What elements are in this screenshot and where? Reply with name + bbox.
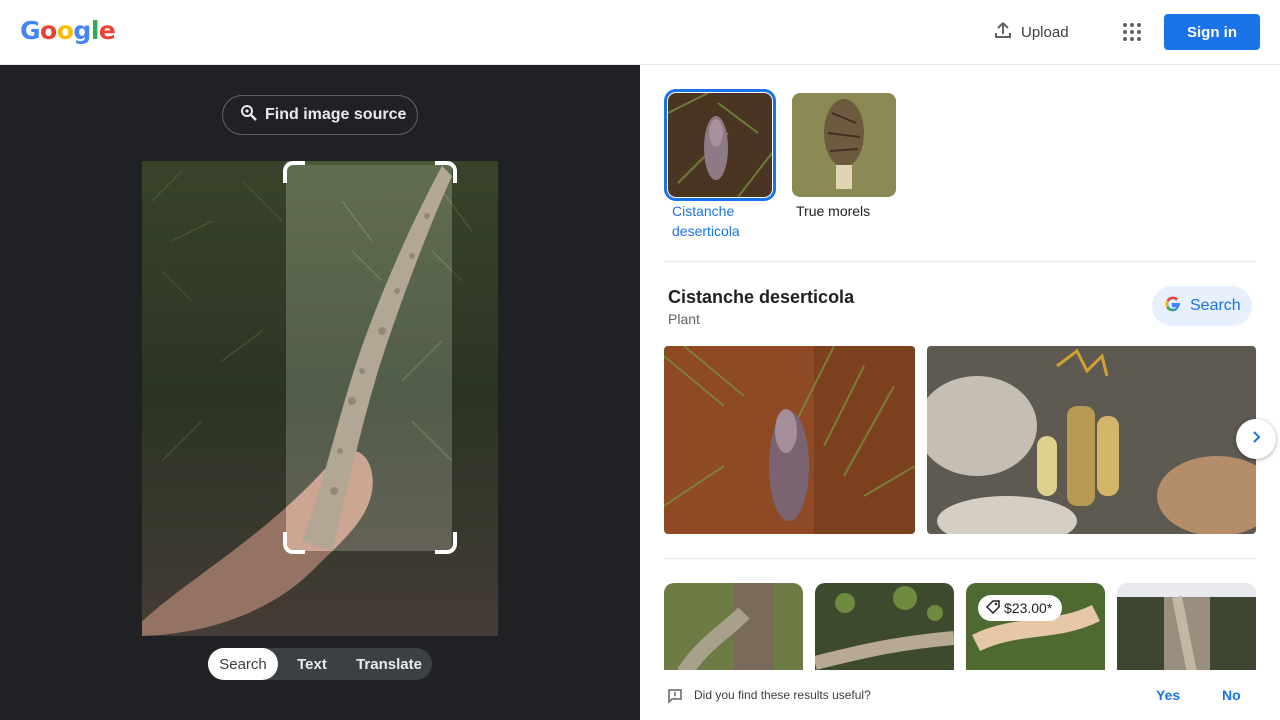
find-image-source-button[interactable]: Find image source	[222, 95, 418, 135]
sign-in-button[interactable]: Sign in	[1164, 14, 1260, 50]
price-badge: $23.00*	[978, 595, 1063, 621]
upload-icon	[993, 20, 1013, 44]
chevron-right-icon	[1249, 430, 1263, 449]
logo-letter: g	[73, 16, 91, 45]
entity-image[interactable]	[927, 346, 1256, 534]
divider	[664, 558, 1256, 559]
entity-subtitle: Plant	[668, 311, 700, 327]
results-panel: Cistanche deserticola True morels Cistan…	[640, 65, 1280, 720]
logo-letter: G	[20, 16, 41, 45]
feedback-question: Did you find these results useful?	[694, 688, 871, 702]
suggestion-label: Cistanche deserticola	[672, 203, 740, 239]
tab-search[interactable]: Search	[208, 648, 278, 680]
visual-match-result[interactable]	[1117, 583, 1256, 673]
feedback-icon	[667, 688, 683, 709]
crop-handle-top-right[interactable]	[435, 161, 457, 183]
visual-match-result[interactable]	[664, 583, 803, 673]
upload-label: Upload	[1021, 23, 1069, 41]
crop-handle-bottom-right[interactable]	[435, 532, 457, 554]
price-tag-icon	[985, 599, 1000, 617]
google-logo[interactable]: Google	[20, 16, 116, 45]
suggestion-chips: Cistanche deserticola True morels	[664, 89, 900, 241]
crop-handle-bottom-left[interactable]	[283, 532, 305, 554]
entity-image[interactable]	[664, 346, 915, 534]
entity-search-label: Search	[1190, 297, 1241, 314]
suggestion-image	[792, 93, 896, 197]
feedback-no-button[interactable]: No	[1222, 687, 1241, 703]
suggestion-label: True morels	[796, 203, 871, 219]
divider	[664, 261, 1256, 262]
suggestion-cistanche[interactable]: Cistanche deserticola	[664, 89, 776, 241]
logo-letter: o	[40, 16, 57, 45]
upload-button[interactable]: Upload	[993, 20, 1069, 44]
suggestion-image	[664, 89, 776, 201]
google-apps-icon[interactable]	[1118, 18, 1146, 46]
logo-letter: e	[98, 16, 116, 45]
entity-search-button[interactable]: Search	[1152, 286, 1252, 326]
visual-match-result[interactable]	[815, 583, 954, 673]
next-images-button[interactable]	[1236, 419, 1276, 459]
query-image	[142, 161, 498, 636]
price-label: $23.00*	[1004, 600, 1053, 616]
query-image-panel: Find image source Search Text Translate	[0, 65, 640, 720]
logo-letter: o	[56, 16, 74, 45]
suggestion-true-morels[interactable]: True morels	[788, 89, 900, 241]
find-image-source-label: Find image source	[265, 106, 407, 123]
logo-letter: l	[90, 16, 100, 45]
crop-handle-top-left[interactable]	[283, 161, 305, 183]
feedback-yes-button[interactable]: Yes	[1156, 687, 1180, 703]
google-g-icon	[1164, 295, 1182, 318]
tab-text[interactable]: Text	[278, 648, 346, 680]
lens-search-icon	[239, 103, 259, 128]
tab-translate[interactable]: Translate	[346, 648, 432, 680]
lens-mode-tabs: Search Text Translate	[208, 648, 432, 680]
entity-title: Cistanche deserticola	[668, 287, 855, 307]
feedback-bar: Did you find these results useful? Yes N…	[640, 670, 1280, 720]
visual-match-result[interactable]: $23.00*	[966, 583, 1105, 673]
top-bar: Google Upload Sign in	[0, 0, 1280, 65]
